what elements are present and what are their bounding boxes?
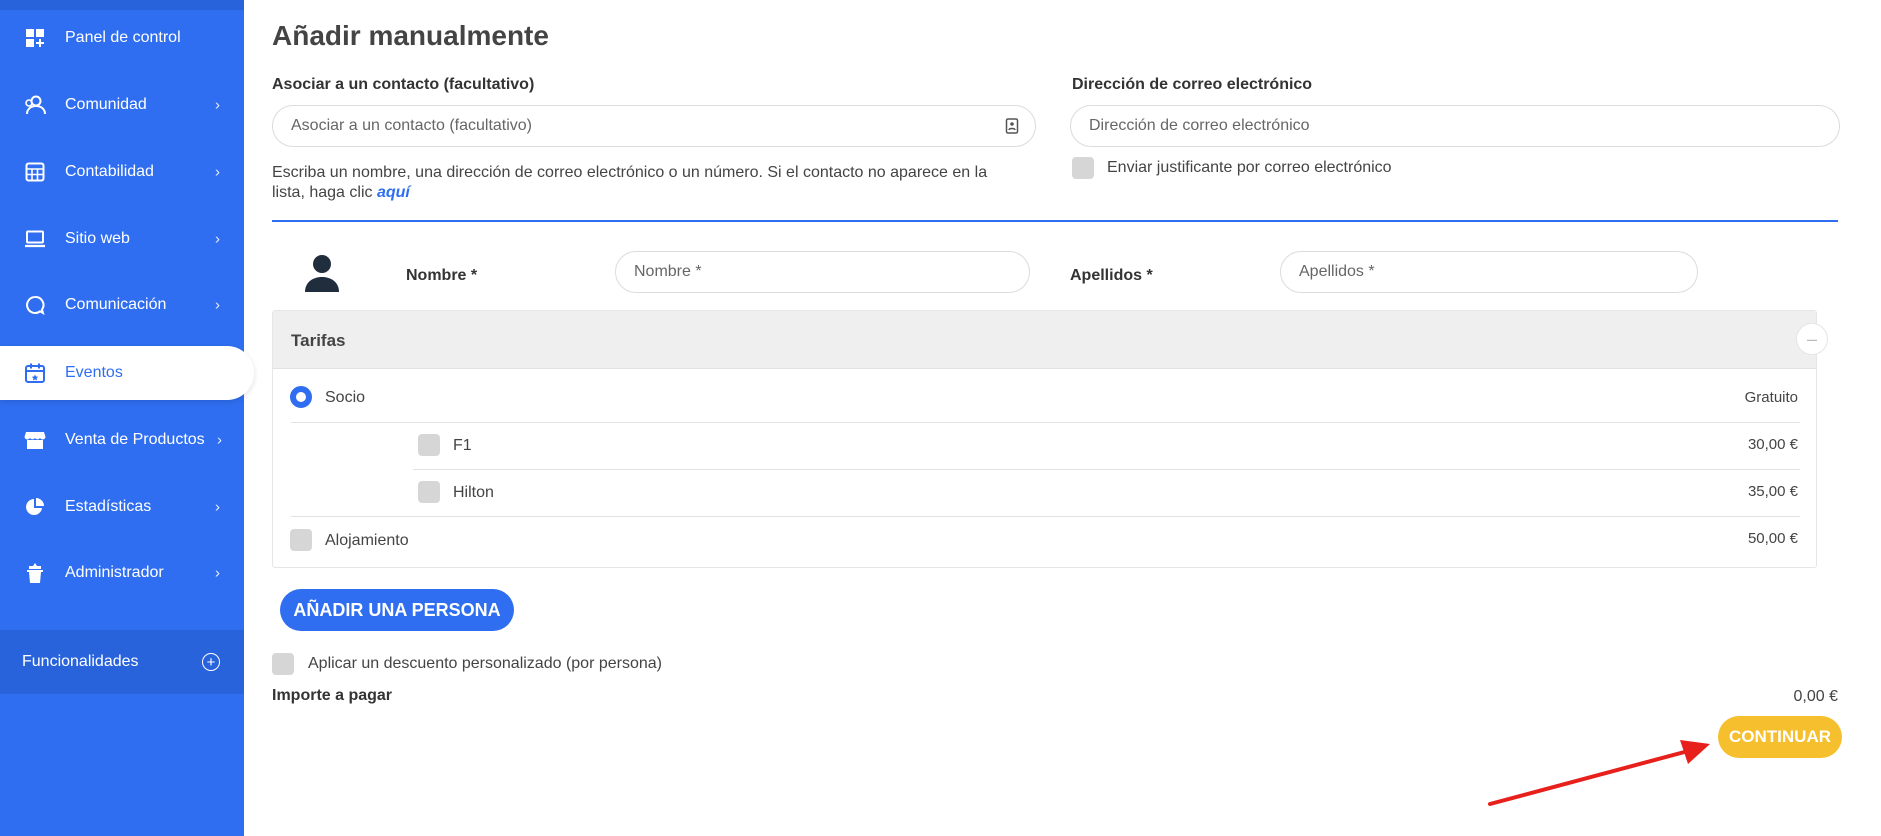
contact-label: Asociar a un contacto (facultativo) — [272, 76, 535, 93]
sidebar-item-panel-de-control[interactable]: Panel de control — [0, 11, 244, 65]
sidebar-item-label: Comunicación — [65, 296, 167, 313]
continue-button[interactable]: CONTINUAR — [1718, 716, 1842, 758]
sidebar-item-label: Panel de control — [65, 29, 181, 46]
row-divider — [413, 469, 1800, 470]
here-link[interactable]: aquí — [377, 184, 410, 201]
chevron-right-icon: › — [215, 296, 220, 314]
tarifa-price: 50,00 € — [1747, 530, 1798, 547]
tarifa-label: Hilton — [453, 484, 494, 501]
section-divider — [272, 220, 1838, 222]
chevron-right-icon: › — [215, 163, 220, 181]
send-receipt-label: Enviar justificante por correo electróni… — [1107, 159, 1392, 176]
calendar-icon — [24, 362, 46, 384]
tarifa-label: Socio — [325, 389, 366, 406]
add-person-button[interactable]: AÑADIR UNA PERSONA — [280, 589, 514, 631]
contact-help-text: Escriba un nombre, una dirección de corr… — [272, 164, 988, 201]
calculator-icon — [24, 161, 46, 183]
sidebar-item-eventos[interactable]: Eventos — [0, 346, 254, 400]
funcionalidades-label: Funcionalidades — [22, 653, 139, 670]
community-icon — [24, 94, 46, 116]
chevron-right-icon: › — [215, 564, 220, 582]
nombre-label: Nombre * — [406, 267, 478, 284]
row-divider — [291, 422, 1800, 423]
tarifas-panel: Tarifas – Socio Gratuito F1 30,00 € Hilt… — [272, 310, 1828, 568]
discount-checkbox[interactable] — [272, 653, 294, 675]
sidebar-item-label: Administrador — [65, 564, 164, 581]
main-content: Añadir manualmente Asociar a un contacto… — [244, 0, 1881, 836]
chevron-right-icon: › — [215, 498, 220, 516]
sidebar-item-label: Venta de Productos — [65, 431, 205, 448]
laptop-icon — [24, 228, 46, 250]
sidebar: Panel de control Comunidad › Contabilida… — [0, 0, 254, 836]
tarifa-price: 30,00 € — [1747, 436, 1798, 453]
sidebar-item-label: Sitio web — [65, 230, 130, 247]
chevron-right-icon: › — [215, 230, 220, 248]
alojamiento-checkbox[interactable] — [290, 529, 312, 551]
tarifas-header: Tarifas – — [273, 311, 1828, 369]
sidebar-top-strip — [0, 0, 244, 10]
sidebar-item-estadisticas[interactable]: Estadísticas › — [0, 480, 244, 534]
sidebar-item-comunidad[interactable]: Comunidad › — [0, 78, 244, 132]
chevron-right-icon: › — [217, 431, 222, 449]
tarifa-price: Gratuito — [1744, 389, 1798, 406]
f1-checkbox[interactable] — [418, 434, 440, 456]
sidebar-item-label: Comunidad — [65, 96, 147, 113]
socio-radio[interactable] — [290, 386, 312, 408]
user-avatar-icon — [304, 253, 340, 298]
add-circle-icon[interactable]: + — [202, 653, 220, 671]
tarifa-price: 35,00 € — [1747, 483, 1798, 500]
sidebar-item-administrador[interactable]: Administrador › — [0, 546, 244, 600]
sidebar-item-sitio-web[interactable]: Sitio web › — [0, 212, 244, 266]
sidebar-item-comunicacion[interactable]: Comunicación › — [0, 278, 244, 332]
annotation-arrow-icon — [1488, 740, 1710, 806]
contact-input[interactable] — [272, 105, 1036, 147]
hilton-checkbox[interactable] — [418, 481, 440, 503]
page-title: Añadir manualmente — [272, 20, 549, 51]
tarifa-label: F1 — [453, 437, 472, 454]
contact-book-icon[interactable] — [1005, 118, 1019, 139]
admin-icon — [24, 562, 46, 584]
store-icon — [24, 429, 46, 451]
total-label: Importe a pagar — [272, 687, 393, 704]
email-label: Dirección de correo electrónico — [1072, 76, 1313, 93]
funcionalidades-section[interactable]: Funcionalidades + — [0, 630, 244, 694]
dashboard-icon — [24, 27, 46, 49]
chevron-right-icon: › — [215, 96, 220, 114]
total-value: 0,00 € — [1793, 688, 1838, 705]
tarifa-label: Alojamiento — [325, 532, 409, 549]
pie-chart-icon — [24, 496, 46, 518]
sidebar-item-venta-de-productos[interactable]: Venta de Productos › — [0, 413, 244, 467]
discount-label: Aplicar un descuento personalizado (por … — [308, 655, 662, 672]
sidebar-item-label: Estadísticas — [65, 498, 152, 515]
sidebar-item-contabilidad[interactable]: Contabilidad › — [0, 145, 244, 199]
nombre-input[interactable] — [615, 251, 1030, 293]
row-divider — [291, 516, 1800, 517]
collapse-button[interactable]: – — [1796, 323, 1828, 355]
tarifas-title: Tarifas — [291, 331, 346, 350]
apellidos-input[interactable] — [1280, 251, 1698, 293]
sidebar-item-label: Contabilidad — [65, 163, 154, 180]
chat-icon — [24, 294, 46, 316]
send-receipt-checkbox[interactable] — [1072, 157, 1094, 179]
email-input[interactable] — [1070, 105, 1840, 147]
sidebar-item-label: Eventos — [65, 364, 123, 381]
apellidos-label: Apellidos * — [1070, 267, 1153, 284]
